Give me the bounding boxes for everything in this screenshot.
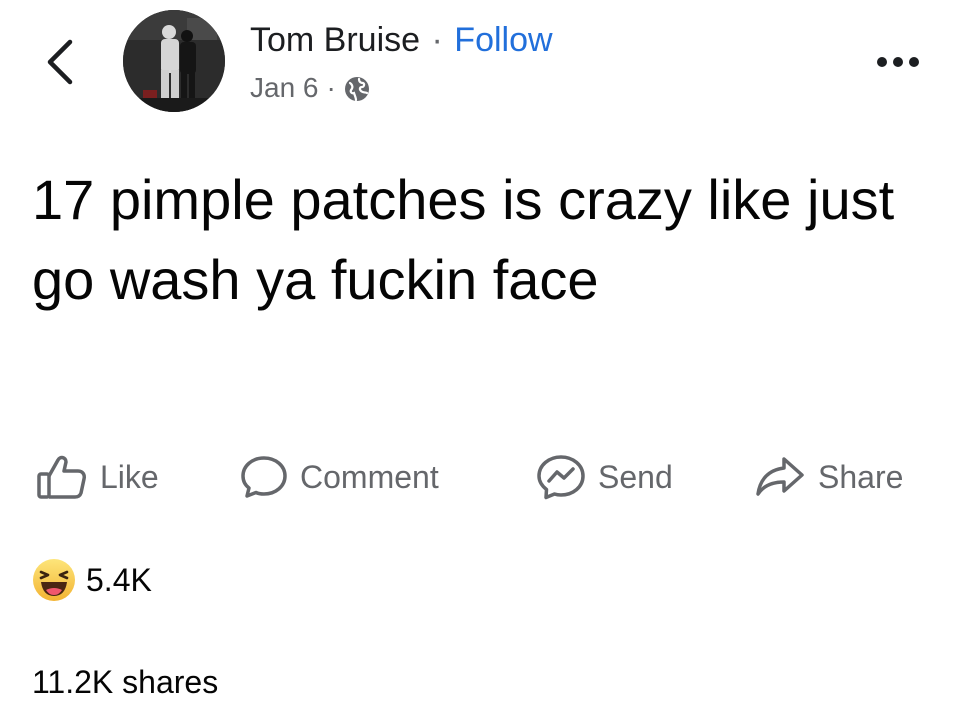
back-button[interactable] xyxy=(40,34,80,90)
share-icon xyxy=(756,457,804,496)
like-button[interactable]: Like xyxy=(36,450,159,504)
name-separator: · xyxy=(431,21,443,59)
chevron-left-icon xyxy=(47,39,73,85)
comment-button[interactable]: Comment xyxy=(240,450,439,504)
follow-button[interactable]: Follow xyxy=(454,21,552,59)
more-options-button[interactable] xyxy=(868,50,928,74)
messenger-icon xyxy=(537,455,585,500)
haha-emoji-icon xyxy=(33,559,75,601)
post-date[interactable]: Jan 6 xyxy=(250,70,319,106)
send-button[interactable]: Send xyxy=(536,450,673,504)
like-label: Like xyxy=(100,458,159,495)
send-label: Send xyxy=(598,458,673,495)
avatar[interactable] xyxy=(123,10,225,112)
share-button[interactable]: Share xyxy=(754,450,903,504)
comment-icon xyxy=(241,456,287,498)
globe-icon xyxy=(344,75,370,102)
reactions-summary[interactable]: 5.4K xyxy=(32,556,152,604)
shares-count[interactable]: 11.2K shares xyxy=(32,660,218,704)
post-meta: Jan 6 · xyxy=(250,70,370,106)
author-line: Tom Bruise · Follow xyxy=(250,18,553,62)
post-text: 17 pimple patches is crazy like just go … xyxy=(32,168,895,311)
more-horizontal-icon xyxy=(877,57,919,67)
thumbs-up-icon xyxy=(37,455,86,499)
action-bar: Like Comment Send Share xyxy=(30,450,930,504)
author-name[interactable]: Tom Bruise xyxy=(250,21,420,59)
reactions-count: 5.4K xyxy=(86,561,152,598)
share-label: Share xyxy=(818,458,904,495)
avatar-image xyxy=(123,10,225,112)
comment-label: Comment xyxy=(300,458,439,495)
meta-separator: · xyxy=(326,72,336,103)
